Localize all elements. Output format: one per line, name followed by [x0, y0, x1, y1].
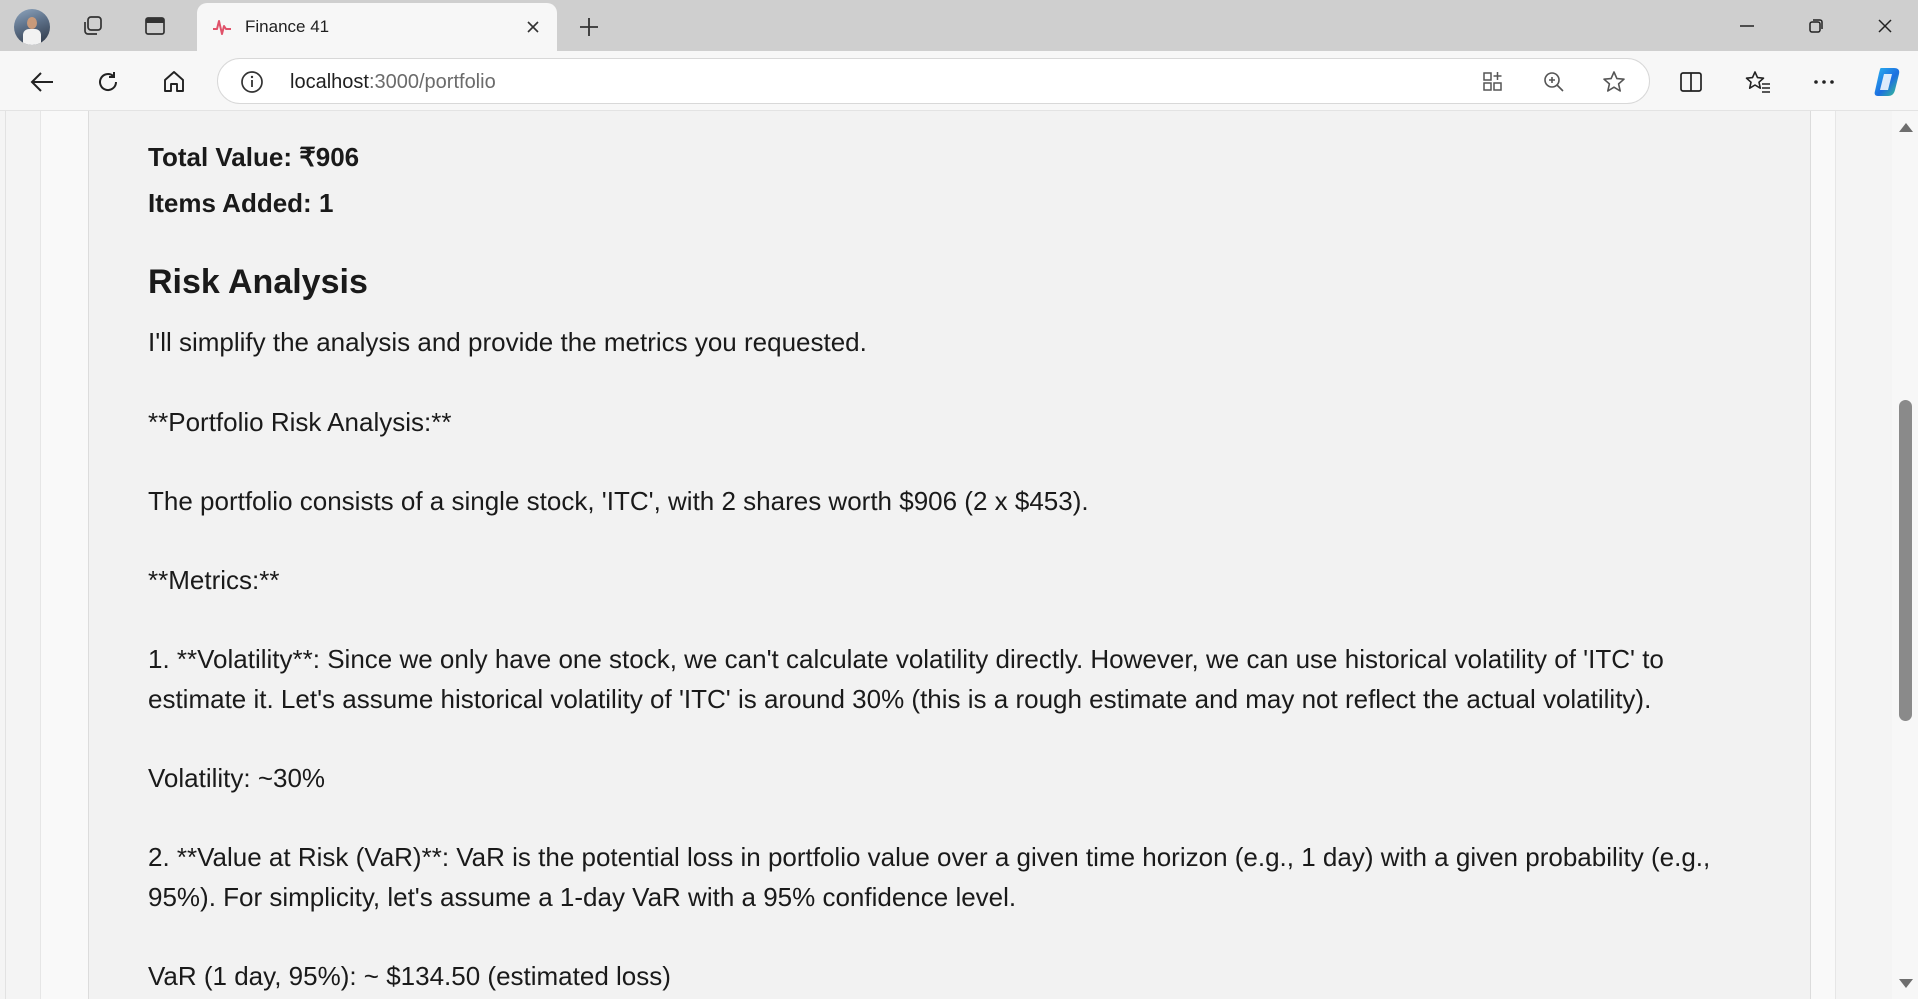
- page-edge: [5, 111, 6, 999]
- info-icon[interactable]: [240, 70, 264, 94]
- workspaces-icon[interactable]: [76, 10, 110, 42]
- window-close-icon[interactable]: [1865, 10, 1905, 42]
- favorites-icon[interactable]: [1740, 65, 1776, 99]
- app-grid-icon[interactable]: [1479, 69, 1507, 95]
- back-arrow-icon[interactable]: [24, 65, 60, 99]
- star-icon[interactable]: [1600, 69, 1628, 95]
- tab-title: Finance 41: [245, 17, 330, 36]
- scroll-down-arrow-icon[interactable]: [1899, 979, 1913, 988]
- url-host: localhost: [290, 71, 369, 93]
- risk-paragraph: Volatility: ~30%: [148, 763, 326, 793]
- risk-paragraph: **Metrics:**: [148, 565, 280, 595]
- risk-analysis-heading: Risk Analysis: [148, 263, 368, 301]
- minimize-icon[interactable]: [1727, 10, 1767, 42]
- scroll-up-arrow-icon[interactable]: [1899, 123, 1913, 132]
- risk-paragraph: 1. **Volatility**: Since we only have on…: [148, 644, 1664, 714]
- risk-paragraph: VaR (1 day, 95%): ~ $134.50 (estimated l…: [148, 961, 671, 991]
- risk-paragraph: 2. **Value at Risk (VaR)**: VaR is the p…: [148, 842, 1711, 912]
- active-tab[interactable]: Finance 41: [197, 3, 557, 51]
- risk-paragraph: **Portfolio Risk Analysis:**: [148, 407, 452, 437]
- title-bar: Finance 41: [0, 0, 1918, 51]
- zoom-icon[interactable]: [1540, 69, 1568, 95]
- more-icon[interactable]: [1806, 65, 1842, 99]
- url-path: :3000/portfolio: [368, 71, 496, 93]
- copilot-icon[interactable]: [1868, 65, 1908, 99]
- vertical-scrollbar[interactable]: [1892, 111, 1918, 999]
- reload-icon[interactable]: [90, 65, 126, 99]
- risk-paragraph: I'll simplify the analysis and provide t…: [148, 327, 867, 357]
- page-viewport: Total Value: ₹906 Items Added: 1 Risk An…: [0, 111, 1918, 999]
- total-value: Total Value: ₹906: [148, 142, 360, 172]
- address-bar[interactable]: localhost:3000/portfolio: [217, 58, 1650, 104]
- plus-icon[interactable]: [574, 12, 604, 42]
- tab-actions-icon[interactable]: [138, 10, 172, 42]
- close-icon[interactable]: [521, 15, 545, 39]
- restore-icon[interactable]: [1796, 10, 1836, 42]
- finance-favicon: [213, 20, 231, 35]
- items-added: Items Added: 1: [148, 188, 334, 218]
- scrollbar-thumb[interactable]: [1899, 400, 1912, 721]
- browser-toolbar: localhost:3000/portfolio: [0, 51, 1918, 111]
- profile-avatar[interactable]: [14, 9, 50, 45]
- url-text[interactable]: localhost:3000/portfolio: [290, 71, 496, 94]
- home-icon[interactable]: [156, 65, 192, 99]
- split-screen-icon[interactable]: [1673, 65, 1709, 99]
- risk-paragraph: The portfolio consists of a single stock…: [148, 486, 1089, 516]
